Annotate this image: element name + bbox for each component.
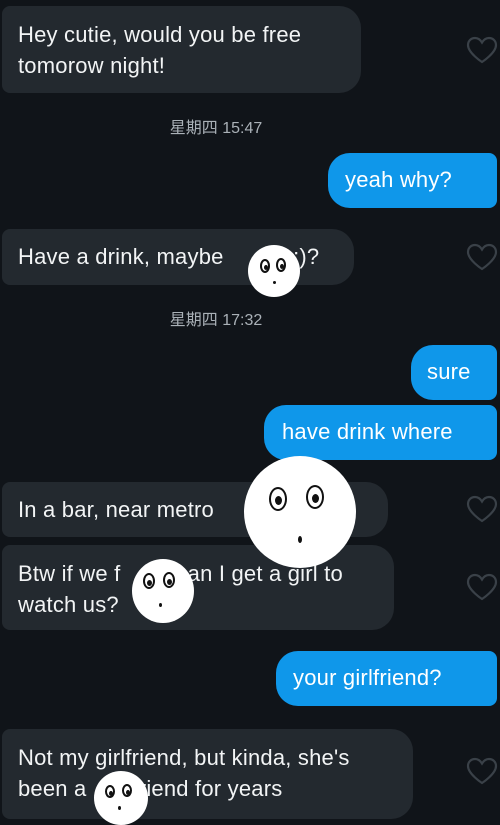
message-line: Not my girlfriend, but kinda, she's	[18, 745, 350, 770]
censor-face-sticker	[244, 456, 356, 568]
message-line: watch us?	[18, 592, 119, 617]
message-text: been a	[18, 776, 87, 801]
timestamp: 星期四 15:47	[169, 120, 263, 137]
censor-face-sticker	[248, 245, 300, 297]
message-bubble-incoming[interactable]: Have a drink, maybe k :)?	[2, 229, 354, 285]
heart-outline-icon[interactable]	[466, 573, 498, 601]
message-text: Have a drink, maybe	[18, 244, 224, 269]
timestamp: 星期四 17:32	[169, 312, 263, 329]
message-bubble-incoming[interactable]: Hey cutie, would you be free tomorow nig…	[2, 6, 361, 93]
heart-outline-icon[interactable]	[466, 495, 498, 523]
message-bubble-outgoing[interactable]: your girlfriend?	[276, 651, 497, 706]
message-text: In a bar, near metro	[18, 497, 214, 522]
censor-face-sticker	[94, 771, 148, 825]
message-line: have drink where	[282, 419, 453, 444]
message-line-1: Btw if we f can I get a girl to	[18, 558, 380, 589]
message-line: your girlfriend?	[293, 665, 442, 690]
message-bubble-incoming[interactable]: Btw if we f can I get a girl to watch us?	[2, 545, 394, 630]
message-line: tomorow night!	[18, 53, 166, 78]
message-bubble-outgoing[interactable]: yeah why?	[328, 153, 497, 208]
message-line: sure	[427, 359, 471, 384]
message-bubble-outgoing[interactable]: have drink where	[264, 405, 497, 460]
message-line: Hey cutie, would you be free	[18, 22, 302, 47]
heart-outline-icon[interactable]	[466, 757, 498, 785]
message-text: Btw if we f	[18, 561, 121, 586]
message-line-2: been a friend for years	[18, 773, 399, 804]
message-bubble-outgoing[interactable]: sure	[411, 345, 497, 400]
censor-face-sticker	[132, 559, 194, 623]
heart-outline-icon[interactable]	[466, 243, 498, 271]
message-bubble-incoming[interactable]: Not my girlfriend, but kinda, she's been…	[2, 729, 413, 819]
message-text: friend for years	[132, 776, 283, 801]
heart-outline-icon[interactable]	[466, 36, 498, 64]
message-line: yeah why?	[345, 167, 452, 192]
